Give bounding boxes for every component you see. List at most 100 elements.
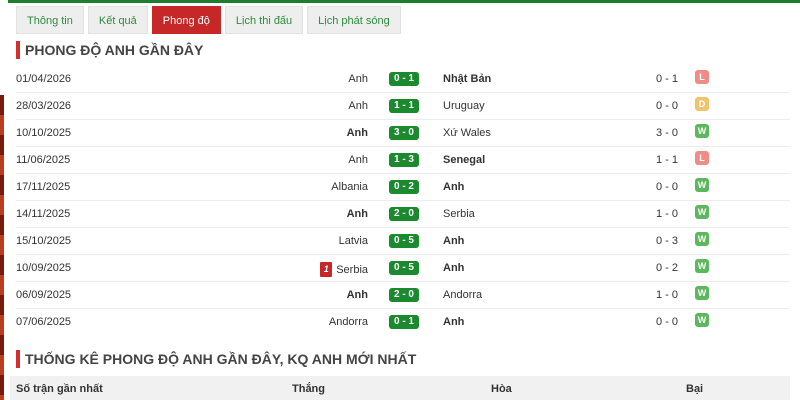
top-accent-line: [8, 0, 800, 3]
halftime-score: 1 - 0: [656, 289, 679, 301]
match-date: 10/10/2025: [16, 127, 72, 139]
match-date: 10/09/2025: [16, 262, 72, 274]
halftime-score: 0 - 1: [656, 73, 679, 85]
home-team[interactable]: Andorra: [329, 316, 368, 328]
match-date: 07/06/2025: [16, 316, 72, 328]
match-row[interactable]: 28/03/2026 Anh 1 - 1 Uruguay 0 - 0 D: [16, 93, 790, 120]
home-team[interactable]: Anh: [348, 100, 368, 112]
score-badge[interactable]: 2 - 0: [389, 288, 419, 302]
section-title-text: PHONG ĐỘ ANH GẦN ĐÂY: [25, 42, 204, 58]
match-row[interactable]: 17/11/2025 Albania 0 - 2 Anh 0 - 0 W: [16, 174, 790, 201]
away-team[interactable]: Serbia: [443, 208, 475, 220]
match-row[interactable]: 11/06/2025 Anh 1 - 3 Senegal 1 - 1 L: [16, 147, 790, 174]
tab-thong-tin[interactable]: Thông tin: [16, 6, 84, 34]
result-badge: W: [695, 313, 709, 327]
away-team[interactable]: Senegal: [443, 154, 485, 166]
away-team[interactable]: Anh: [443, 235, 464, 247]
halftime-score: 0 - 0: [656, 100, 679, 112]
result-badge: W: [695, 205, 709, 219]
home-team[interactable]: Latvia: [339, 235, 368, 247]
away-team[interactable]: Xứ Wales: [443, 127, 491, 139]
match-row[interactable]: 14/11/2025 Anh 2 - 0 Serbia 1 - 0 W: [16, 201, 790, 228]
stats-col-losses: Bại: [686, 383, 704, 395]
title-accent-bar: [16, 41, 20, 59]
result-badge: D: [695, 97, 709, 111]
match-date: 15/10/2025: [16, 235, 72, 247]
tab-phong-do[interactable]: Phong độ: [151, 6, 221, 34]
home-team-name: Anh: [346, 127, 368, 139]
home-team[interactable]: 1 Serbia: [320, 262, 368, 277]
away-team[interactable]: Anh: [443, 262, 464, 274]
halftime-score: 0 - 0: [656, 181, 679, 193]
home-team-name: Albania: [331, 181, 368, 193]
score-badge[interactable]: 2 - 0: [389, 207, 419, 221]
away-team[interactable]: Anh: [443, 181, 464, 193]
away-team[interactable]: Uruguay: [443, 100, 485, 112]
halftime-score: 0 - 3: [656, 235, 679, 247]
away-team[interactable]: Andorra: [443, 289, 482, 301]
result-badge: W: [695, 232, 709, 246]
home-team-name: Anh: [348, 100, 368, 112]
match-row[interactable]: 01/04/2026 Anh 0 - 1 Nhật Bản 0 - 1 L: [16, 66, 790, 93]
home-team-name: Anh: [348, 154, 368, 166]
home-team[interactable]: Anh: [347, 127, 368, 139]
halftime-score: 3 - 0: [656, 127, 679, 139]
tab-lich-thi-dau[interactable]: Lịch thi đấu: [224, 6, 304, 34]
halftime-score: 1 - 0: [656, 208, 679, 220]
home-team-name: Anh: [348, 73, 368, 85]
match-row[interactable]: 10/10/2025 Anh 3 - 0 Xứ Wales 3 - 0 W: [16, 120, 790, 147]
match-date: 11/06/2025: [16, 154, 71, 166]
home-team-name: Anh: [346, 289, 368, 301]
home-team-name: Serbia: [336, 263, 368, 276]
home-team-name: Andorra: [328, 316, 368, 328]
score-badge[interactable]: 0 - 5: [389, 234, 419, 248]
home-team[interactable]: Anh: [348, 154, 368, 166]
match-list: 01/04/2026 Anh 0 - 1 Nhật Bản 0 - 1 L 28/03/20…: [16, 66, 790, 336]
score-badge[interactable]: 0 - 1: [389, 315, 419, 329]
tab-ket-qua[interactable]: Kết quả: [87, 6, 148, 34]
match-date: 14/11/2025: [16, 208, 71, 220]
stats-col-matches: Số trận gần nhất: [16, 383, 103, 395]
tab-lich-phat-song[interactable]: Lịch phát sóng: [307, 6, 401, 34]
away-team[interactable]: Nhật Bản: [443, 73, 491, 85]
score-badge[interactable]: 1 - 3: [389, 153, 419, 167]
match-date: 01/04/2026: [16, 73, 72, 85]
match-row[interactable]: 07/06/2025 Andorra 0 - 1 Anh 0 - 0 W: [16, 309, 790, 336]
tab-bar: Thông tin Kết quả Phong độ Lịch thi đấu …: [16, 6, 401, 34]
left-edge-strip: [0, 95, 4, 400]
section-title-stats: THỐNG KÊ PHONG ĐỘ ANH GẦN ĐÂY, KQ ANH MỚ…: [16, 349, 416, 369]
result-badge: W: [695, 178, 709, 192]
stats-table-header: Số trận gần nhất Thắng Hòa Bại: [10, 376, 790, 400]
score-badge[interactable]: 0 - 5: [389, 261, 419, 275]
result-badge: W: [695, 124, 709, 138]
match-date: 17/11/2025: [16, 181, 71, 193]
home-team[interactable]: Albania: [331, 181, 368, 193]
result-badge: W: [695, 286, 709, 300]
home-team[interactable]: Anh: [347, 208, 368, 220]
score-badge[interactable]: 1 - 1: [389, 99, 419, 113]
score-badge[interactable]: 0 - 2: [389, 180, 419, 194]
title-accent-bar: [16, 350, 20, 368]
halftime-score: 1 - 1: [656, 154, 679, 166]
match-row[interactable]: 15/10/2025 Latvia 0 - 5 Anh 0 - 3 W: [16, 228, 790, 255]
halftime-score: 0 - 2: [656, 262, 679, 274]
match-row[interactable]: 10/09/2025 1 Serbia 0 - 5 Anh 0 - 2 W: [16, 255, 790, 282]
home-team[interactable]: Anh: [348, 73, 368, 85]
result-badge: L: [695, 151, 709, 165]
match-date: 06/09/2025: [16, 289, 72, 301]
home-team-name: Anh: [346, 208, 368, 220]
match-date: 28/03/2026: [16, 100, 72, 112]
result-badge: L: [695, 70, 709, 84]
home-team-name: Latvia: [338, 235, 368, 247]
halftime-score: 0 - 0: [656, 316, 679, 328]
stats-col-wins: Thắng: [292, 383, 325, 395]
result-badge: W: [695, 259, 709, 273]
match-row[interactable]: 06/09/2025 Anh 2 - 0 Andorra 1 - 0 W: [16, 282, 790, 309]
away-team[interactable]: Anh: [443, 316, 464, 328]
stats-col-draws: Hòa: [491, 383, 512, 395]
home-team[interactable]: Anh: [347, 289, 368, 301]
score-badge[interactable]: 3 - 0: [389, 126, 419, 140]
red-card-badge: 1: [320, 262, 333, 277]
section-title-form: PHONG ĐỘ ANH GẦN ĐÂY: [16, 40, 203, 60]
score-badge[interactable]: 0 - 1: [389, 72, 419, 86]
